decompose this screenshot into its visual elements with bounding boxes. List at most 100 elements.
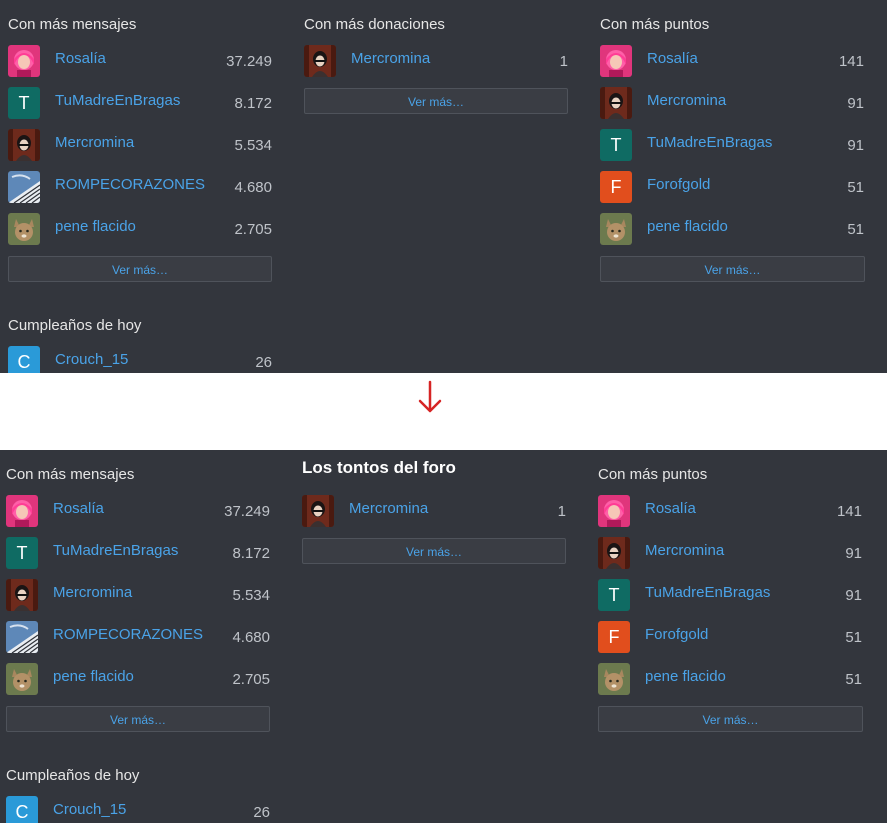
username-link[interactable]: pene flacido [647, 218, 728, 235]
cat-avatar[interactable] [8, 213, 40, 245]
username-link[interactable]: ROMPECORAZONES [55, 176, 205, 193]
list-item[interactable]: pene flacido 2.705 [8, 213, 272, 245]
pink-hair-avatar[interactable] [8, 45, 40, 77]
donations-heading: Con más donaciones [304, 16, 445, 33]
points-heading: Con más puntos [598, 466, 708, 483]
list-item[interactable]: ROMPECORAZONES 4.680 [6, 621, 270, 653]
list-item[interactable]: F Forofgold 51 [600, 171, 864, 203]
cat-avatar[interactable] [598, 663, 630, 695]
username-link[interactable]: TuMadreEnBragas [647, 134, 772, 151]
username-link[interactable]: Crouch_15 [53, 801, 126, 818]
see-more-button[interactable]: Ver más… [6, 706, 270, 732]
dark-girl-avatar[interactable] [304, 45, 336, 77]
list-item[interactable]: ROMPECORAZONES 4.680 [8, 171, 272, 203]
message-count: 5.534 [232, 587, 270, 604]
list-item[interactable]: T TuMadreEnBragas 8.172 [8, 87, 272, 119]
list-item[interactable]: Rosalía 141 [598, 495, 862, 527]
username-link[interactable]: Rosalía [55, 50, 106, 67]
age-value: 26 [253, 804, 270, 821]
dark-girl-avatar[interactable] [600, 87, 632, 119]
username-link[interactable]: pene flacido [645, 668, 726, 685]
dark-girl-avatar[interactable] [8, 129, 40, 161]
arrow-down-icon [418, 380, 442, 413]
username-link[interactable]: Rosalía [647, 50, 698, 67]
list-item[interactable]: Mercromina 1 [304, 45, 568, 77]
list-item[interactable]: F Forofgold 51 [598, 621, 862, 653]
age-value: 26 [255, 354, 272, 371]
username-link[interactable]: TuMadreEnBragas [645, 584, 770, 601]
list-item[interactable]: pene flacido 2.705 [6, 663, 270, 695]
list-item[interactable]: Rosalía 141 [600, 45, 864, 77]
cat-avatar[interactable] [600, 213, 632, 245]
message-count: 37.249 [224, 503, 270, 520]
letter-avatar[interactable]: T [600, 129, 632, 161]
list-item[interactable]: Mercromina 5.534 [6, 579, 270, 611]
piano-avatar[interactable] [6, 621, 38, 653]
username-link[interactable]: Mercromina [645, 542, 724, 559]
points-count: 51 [847, 179, 864, 196]
list-item[interactable]: C Crouch_15 26 [6, 796, 270, 823]
list-item[interactable]: pene flacido 51 [598, 663, 862, 695]
dark-girl-avatar[interactable] [302, 495, 334, 527]
username-link[interactable]: TuMadreEnBragas [53, 542, 178, 559]
see-more-button[interactable]: Ver más… [598, 706, 863, 732]
username-link[interactable]: Mercromina [349, 500, 428, 517]
message-count: 2.705 [232, 671, 270, 688]
list-item[interactable]: Rosalía 37.249 [6, 495, 270, 527]
username-link[interactable]: Mercromina [53, 584, 132, 601]
list-item[interactable]: Mercromina 5.534 [8, 129, 272, 161]
dark-girl-avatar[interactable] [6, 579, 38, 611]
username-link[interactable]: pene flacido [55, 218, 136, 235]
username-link[interactable]: Rosalía [645, 500, 696, 517]
letter-avatar[interactable]: T [598, 579, 630, 611]
letter-avatar[interactable]: F [600, 171, 632, 203]
dark-girl-avatar[interactable] [598, 537, 630, 569]
letter-avatar[interactable]: F [598, 621, 630, 653]
message-count: 37.249 [226, 53, 272, 70]
list-item[interactable]: T TuMadreEnBragas 91 [598, 579, 862, 611]
cat-avatar[interactable] [6, 663, 38, 695]
username-link[interactable]: Mercromina [351, 50, 430, 67]
list-item[interactable]: Mercromina 91 [598, 537, 862, 569]
pink-hair-avatar[interactable] [600, 45, 632, 77]
messages-column: Con más mensajes Rosalía 37.249 T TuMadr… [6, 450, 270, 823]
piano-avatar[interactable] [8, 171, 40, 203]
messages-column: Con más mensajes Rosalía 37.249 T TuMadr… [8, 0, 272, 373]
birthdays-heading: Cumpleaños de hoy [6, 767, 140, 784]
username-link[interactable]: Crouch_15 [55, 351, 128, 368]
username-link[interactable]: ROMPECORAZONES [53, 626, 203, 643]
see-more-button[interactable]: Ver más… [600, 256, 865, 282]
list-item[interactable]: Rosalía 37.249 [8, 45, 272, 77]
points-count: 91 [847, 137, 864, 154]
list-item[interactable]: T TuMadreEnBragas 8.172 [6, 537, 270, 569]
donations-column: Con más donaciones Mercromina 1 Ver más… [304, 0, 568, 373]
points-count: 141 [836, 503, 862, 520]
letter-avatar[interactable]: C [6, 796, 38, 823]
list-item[interactable]: C Crouch_15 26 [8, 346, 272, 373]
see-more-button[interactable]: Ver más… [302, 538, 566, 564]
letter-avatar[interactable]: T [6, 537, 38, 569]
pink-hair-avatar[interactable] [6, 495, 38, 527]
message-count: 4.680 [234, 179, 272, 196]
list-item[interactable]: T TuMadreEnBragas 91 [600, 129, 864, 161]
username-link[interactable]: pene flacido [53, 668, 134, 685]
points-count: 91 [845, 587, 862, 604]
see-more-button[interactable]: Ver más… [304, 88, 568, 114]
points-column: Con más puntos Rosalía 141 Mercromina 91… [600, 0, 865, 373]
pink-hair-avatar[interactable] [598, 495, 630, 527]
list-item[interactable]: Mercromina 1 [302, 495, 566, 527]
birthdays-heading: Cumpleaños de hoy [8, 317, 142, 334]
username-link[interactable]: Rosalía [53, 500, 104, 517]
points-count: 91 [845, 545, 862, 562]
see-more-button[interactable]: Ver más… [8, 256, 272, 282]
letter-avatar[interactable]: C [8, 346, 40, 373]
username-link[interactable]: TuMadreEnBragas [55, 92, 180, 109]
letter-avatar[interactable]: T [8, 87, 40, 119]
list-item[interactable]: pene flacido 51 [600, 213, 864, 245]
username-link[interactable]: Mercromina [55, 134, 134, 151]
points-heading: Con más puntos [600, 16, 710, 33]
username-link[interactable]: Forofgold [645, 626, 708, 643]
username-link[interactable]: Mercromina [647, 92, 726, 109]
username-link[interactable]: Forofgold [647, 176, 710, 193]
list-item[interactable]: Mercromina 91 [600, 87, 864, 119]
